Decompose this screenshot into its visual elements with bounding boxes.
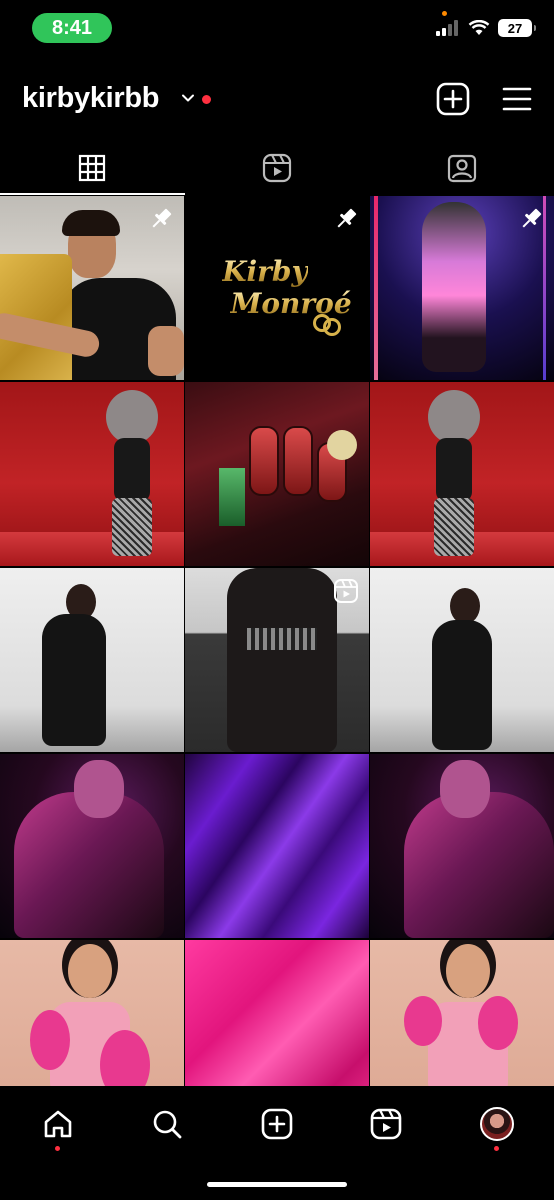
- status-time[interactable]: 8:41: [32, 13, 112, 43]
- pin-icon: [337, 208, 357, 228]
- tab-tagged[interactable]: [369, 142, 554, 194]
- kirby-monroe-logo-post[interactable]: Kirby Monroé: [185, 196, 369, 380]
- pink-feather-post-2[interactable]: [370, 940, 554, 1086]
- white-wall-post-1[interactable]: [0, 568, 184, 752]
- home-indicator: [207, 1182, 347, 1187]
- profile-tabs: [0, 142, 554, 195]
- nav-search[interactable]: [147, 1104, 187, 1144]
- battery-icon: 27: [498, 19, 536, 37]
- status-bar: 8:41 27: [0, 0, 554, 58]
- street-outfit-reel[interactable]: [185, 568, 369, 752]
- signal-icon: [436, 20, 458, 36]
- pin-icon: [522, 208, 542, 228]
- red-room-post-1[interactable]: [0, 382, 184, 566]
- mic-indicator-dot: [442, 11, 447, 16]
- logo-line-1: Kirby: [222, 255, 308, 288]
- grid-icon: [79, 154, 106, 182]
- pink-fabric-post[interactable]: [185, 940, 369, 1086]
- tab-reels[interactable]: [185, 142, 370, 194]
- pin-icon: [152, 208, 172, 228]
- selfie-post[interactable]: [0, 196, 184, 380]
- notification-dot: [202, 95, 211, 104]
- profile-notification-dot: [494, 1146, 499, 1151]
- chevron-down-icon[interactable]: [180, 90, 196, 106]
- rings-icon: [313, 314, 343, 336]
- posts-grid: Kirby Monroé: [0, 196, 554, 1086]
- reels-icon: [370, 1108, 402, 1140]
- purple-light-post-1[interactable]: [0, 754, 184, 938]
- red-room-post-2[interactable]: [370, 382, 554, 566]
- profile-avatar: [480, 1107, 514, 1141]
- wifi-icon: [468, 20, 490, 35]
- status-icons: 27: [436, 19, 536, 37]
- pink-feather-post-1[interactable]: [0, 940, 184, 1086]
- home-notification-dot: [55, 1146, 60, 1151]
- nav-create[interactable]: [257, 1104, 297, 1144]
- tagged-icon: [447, 154, 476, 183]
- battery-level: 27: [507, 20, 523, 36]
- purple-light-post-2[interactable]: [370, 754, 554, 938]
- home-icon: [44, 1110, 72, 1138]
- menu-icon[interactable]: [500, 82, 534, 116]
- white-wall-post-2[interactable]: [370, 568, 554, 752]
- casino-slot-post[interactable]: [185, 382, 369, 566]
- profile-username[interactable]: kirbykirbb: [22, 82, 160, 115]
- purple-satin-post[interactable]: [185, 754, 369, 938]
- profile-header: kirbykirbb: [0, 72, 554, 126]
- reels-icon: [262, 153, 292, 183]
- reel-badge-icon: [334, 579, 358, 603]
- search-icon: [153, 1110, 182, 1139]
- create-post-icon[interactable]: [436, 82, 470, 116]
- nav-reels[interactable]: [366, 1104, 406, 1144]
- create-icon: [261, 1108, 293, 1140]
- tab-posts[interactable]: [0, 142, 185, 195]
- neon-stage-post[interactable]: [370, 196, 554, 380]
- nav-profile[interactable]: [477, 1104, 517, 1144]
- nav-home[interactable]: [38, 1104, 78, 1144]
